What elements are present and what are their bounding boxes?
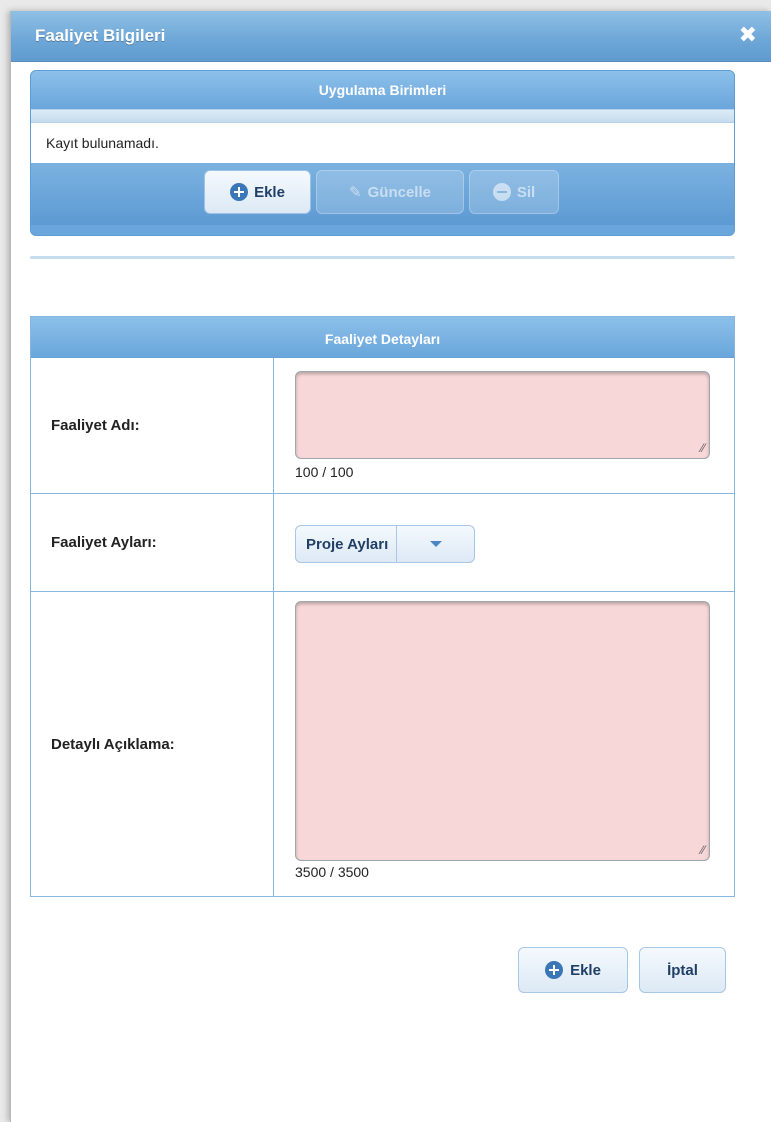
- plus-circle-icon: [230, 183, 249, 201]
- activity-name-counter: 100 / 100: [295, 464, 354, 480]
- empty-message: Kayıt bulunamadı.: [31, 123, 734, 163]
- save-button[interactable]: Ekle: [518, 947, 628, 993]
- cancel-button-label: İptal: [667, 961, 698, 979]
- activity-name-textarea[interactable]: ⁄⁄: [295, 371, 710, 459]
- units-panel-title: Uygulama Birimleri: [31, 71, 734, 109]
- resize-grip-icon[interactable]: ⁄⁄: [701, 441, 705, 455]
- units-update-label: Güncelle: [367, 183, 431, 201]
- description-label: Detaylı Açıklama:: [31, 592, 274, 897]
- activity-name-row: Faaliyet Adı: ⁄⁄ 100 / 100: [31, 358, 734, 494]
- description-counter: 3500 / 3500: [295, 864, 369, 880]
- minus-circle-icon: [492, 183, 511, 201]
- activity-name-label: Faaliyet Adı:: [31, 358, 274, 493]
- units-column-header: [31, 109, 734, 123]
- dialog-titlebar: Faaliyet Bilgileri ✖: [11, 11, 771, 62]
- units-toolbar: Ekle ✎ Güncelle Sil: [31, 163, 734, 225]
- chevron-down-icon[interactable]: [397, 541, 474, 547]
- description-textarea[interactable]: ⁄⁄: [295, 601, 710, 861]
- units-panel: Uygulama Birimleri Kayıt bulunamadı. Ekl…: [30, 70, 735, 236]
- activity-months-row: Faaliyet Ayları: Proje Ayları: [31, 494, 734, 592]
- cancel-button[interactable]: İptal: [639, 947, 726, 993]
- section-divider: [30, 256, 735, 259]
- resize-grip-icon[interactable]: ⁄⁄: [701, 843, 705, 857]
- units-add-button[interactable]: Ekle: [204, 170, 311, 214]
- dropdown-selected-value: Proje Ayları: [296, 526, 398, 562]
- activity-months-dropdown[interactable]: Proje Ayları: [295, 525, 475, 563]
- close-icon[interactable]: ✖: [739, 23, 757, 47]
- pencil-icon: ✎: [349, 184, 362, 201]
- units-add-label: Ekle: [254, 183, 285, 201]
- units-delete-button[interactable]: Sil: [469, 170, 559, 214]
- units-update-button[interactable]: ✎ Güncelle: [316, 170, 464, 214]
- plus-circle-icon: [545, 961, 564, 979]
- activity-months-label: Faaliyet Ayları:: [31, 494, 274, 591]
- description-row: Detaylı Açıklama: ⁄⁄ 3500 / 3500: [31, 592, 734, 897]
- details-panel-title: Faaliyet Detayları: [31, 317, 734, 358]
- details-panel: Faaliyet Detayları Faaliyet Adı: ⁄⁄ 100 …: [30, 316, 735, 897]
- units-delete-label: Sil: [516, 183, 536, 201]
- save-button-label: Ekle: [570, 961, 601, 979]
- dialog-title: Faaliyet Bilgileri: [35, 26, 166, 45]
